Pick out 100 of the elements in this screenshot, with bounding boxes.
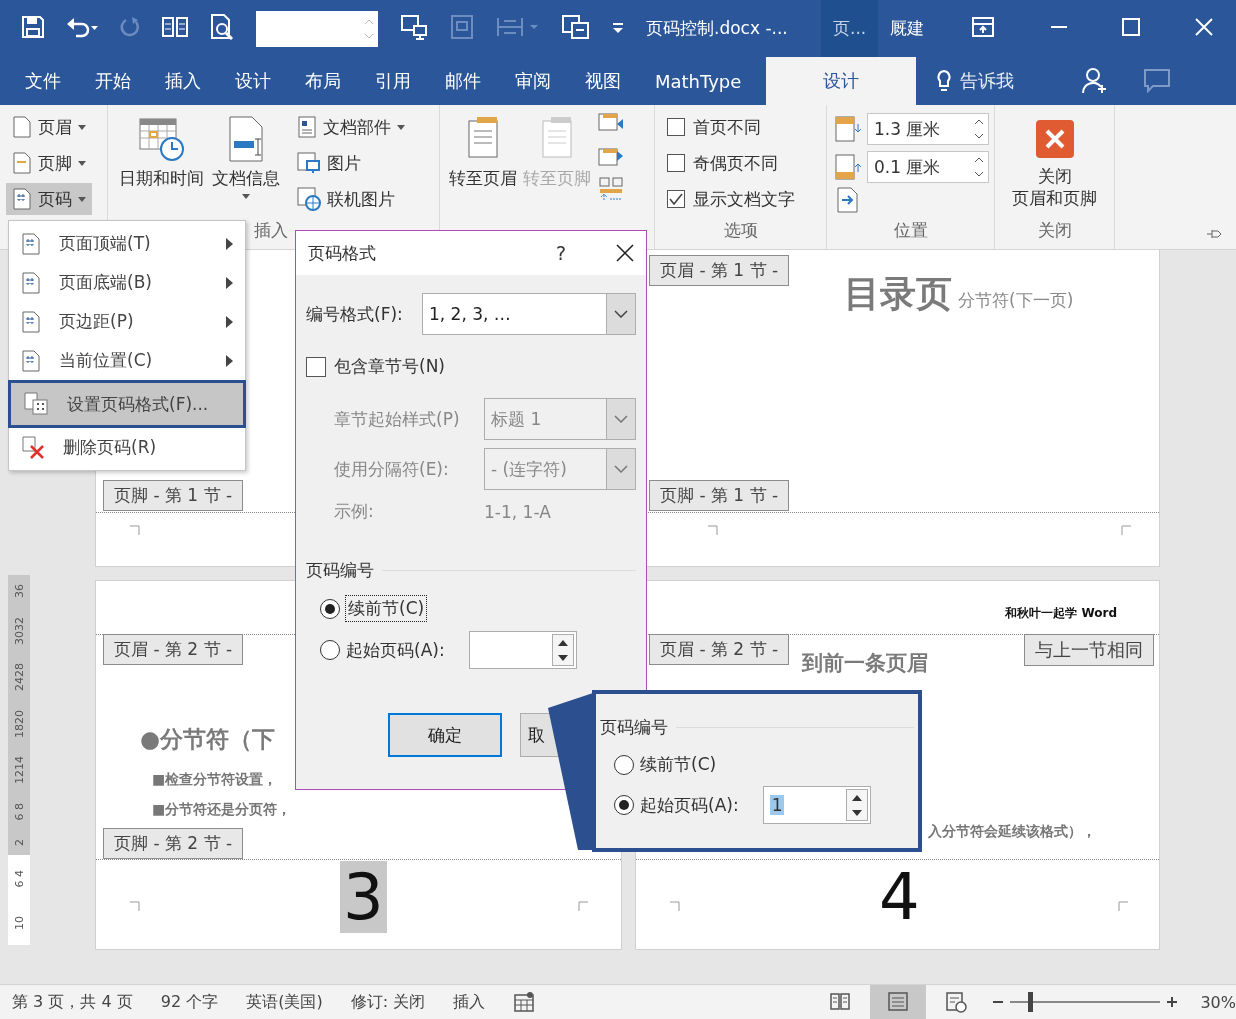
- language-status[interactable]: 英语(美国): [246, 991, 323, 1013]
- date-time-button[interactable]: 日期和时间: [116, 111, 207, 194]
- page-number-format-icon: [23, 392, 49, 416]
- spin-field[interactable]: 0.1 厘米: [867, 151, 989, 183]
- screen-icon[interactable]: [400, 13, 428, 40]
- ribbon-display-icon[interactable]: [972, 16, 995, 37]
- group-label: 插入: [254, 219, 288, 242]
- page-icon: [12, 116, 32, 138]
- footer-label: 页脚 - 第 1 节 -: [649, 480, 790, 511]
- print-layout-icon: [887, 991, 910, 1013]
- radio-button[interactable]: [320, 598, 340, 619]
- window-switch-icon[interactable]: [562, 13, 590, 40]
- save-icon[interactable]: [22, 15, 44, 38]
- tell-me-button[interactable]: 告诉我: [930, 57, 1021, 105]
- alignment-tab-icon[interactable]: [835, 187, 859, 213]
- view-button[interactable]: [870, 984, 927, 1019]
- footer-label: 页脚 - 第 2 节 -: [103, 828, 244, 859]
- radio-label[interactable]: 起始页码(A):: [346, 638, 445, 662]
- ribbon-button[interactable]: 联机图片: [291, 183, 411, 215]
- document-info-icon: [226, 115, 266, 163]
- close-header-footer-button[interactable]: 关闭 页眉和页脚: [1009, 111, 1100, 213]
- user-name[interactable]: 厩建: [890, 17, 953, 40]
- number-format-dropdown[interactable]: 1, 2, 3, …: [422, 293, 636, 335]
- columns-icon[interactable]: [162, 15, 188, 38]
- menu-item[interactable]: 当前位置(C): [9, 341, 245, 380]
- macro-icon[interactable]: [513, 991, 536, 1013]
- word-count[interactable]: 92 个字: [160, 991, 219, 1013]
- checkbox[interactable]: [667, 154, 685, 172]
- ribbon-tab[interactable]: 文件: [8, 57, 78, 105]
- spin-down-icon[interactable]: [851, 809, 862, 816]
- ribbon-button[interactable]: 页眉: [6, 111, 92, 143]
- font-size-field[interactable]: [256, 10, 378, 47]
- pin-icon[interactable]: [1206, 229, 1222, 239]
- ribbon-button[interactable]: 文档部件: [291, 111, 411, 143]
- radio-button[interactable]: [614, 754, 634, 775]
- comment-icon[interactable]: [1144, 69, 1171, 93]
- checkbox[interactable]: [667, 190, 685, 208]
- close-icon[interactable]: [616, 244, 634, 262]
- crop-mark-icon: [130, 901, 140, 911]
- ribbon-tab[interactable]: MathType: [638, 57, 759, 105]
- undo-icon[interactable]: [66, 15, 98, 38]
- close-icon: [1034, 119, 1075, 159]
- ribbon-tab[interactable]: 视图: [568, 57, 638, 105]
- ribbon-tab[interactable]: 引用: [358, 57, 428, 105]
- ruler-number: 2428: [12, 663, 26, 692]
- number-field[interactable]: [468, 631, 577, 669]
- radio-label[interactable]: 续前节(C): [346, 596, 427, 621]
- ribbon-tab[interactable]: 插入: [148, 57, 218, 105]
- ribbon-button[interactable]: 页脚: [6, 147, 92, 179]
- menu-item[interactable]: 页边距(P): [9, 302, 245, 341]
- ribbon-button[interactable]: 图片: [291, 147, 411, 179]
- ribbon-tab[interactable]: 审阅: [498, 57, 568, 105]
- help-button[interactable]: ?: [555, 242, 566, 264]
- radio-button[interactable]: [320, 640, 340, 660]
- crop-mark-icon: [670, 901, 680, 911]
- zoom-level[interactable]: 30%: [1200, 992, 1236, 1012]
- zoom-in-icon[interactable]: [1166, 996, 1179, 1008]
- footer-link-icon[interactable]: [598, 145, 624, 167]
- menu-item[interactable]: 页面底端(B): [9, 263, 245, 302]
- ribbon-tab[interactable]: 开始: [78, 57, 148, 105]
- ribbon-button[interactable]: 转至页眉: [446, 111, 520, 194]
- account-icon[interactable]: [1082, 67, 1109, 95]
- web-layout-icon: [945, 991, 968, 1013]
- radio-button[interactable]: [614, 795, 634, 815]
- checkbox-label[interactable]: 首页不同: [693, 115, 761, 139]
- checkbox[interactable]: [667, 118, 685, 136]
- ribbon-tab[interactable]: 设计: [766, 57, 917, 105]
- body-text: ■检查分节符设置，: [152, 771, 278, 789]
- ribbon-tab[interactable]: 设计: [218, 57, 288, 105]
- maximize-icon[interactable]: [1122, 17, 1141, 36]
- document-info-button[interactable]: 文档信息: [209, 111, 283, 203]
- checkbox-label[interactable]: 显示文档文字: [693, 187, 795, 211]
- spin-field[interactable]: 1.3 厘米: [867, 113, 989, 145]
- spin-down-icon[interactable]: [557, 654, 568, 661]
- ribbon-tab[interactable]: 邮件: [428, 57, 498, 105]
- page-number: 3: [340, 861, 387, 933]
- page-count[interactable]: 第 3 页，共 4 页: [12, 991, 133, 1013]
- menu-item[interactable]: 删除页码(R): [9, 428, 245, 467]
- radio-label[interactable]: 续前节(C): [640, 753, 717, 776]
- ok-button[interactable]: 确定: [388, 713, 502, 757]
- ribbon-button[interactable]: 页码: [6, 183, 92, 215]
- field-label: 示例:: [334, 500, 375, 523]
- ribbon-tab[interactable]: 布局: [288, 57, 358, 105]
- dialog-title: 页码格式: [308, 241, 377, 265]
- number-field[interactable]: 1: [762, 786, 871, 824]
- track-changes-status[interactable]: 修订: 关闭: [350, 991, 426, 1013]
- print-preview-icon[interactable]: [210, 13, 234, 40]
- checkbox-label[interactable]: 包含章节号(N): [334, 355, 445, 378]
- insert-mode-status[interactable]: 插入: [453, 991, 486, 1013]
- group-title: 页码编号: [600, 716, 668, 739]
- radio-label[interactable]: 起始页码(A):: [640, 793, 739, 817]
- checkbox-label[interactable]: 奇偶页不同: [693, 151, 778, 175]
- spin-up-icon[interactable]: [557, 639, 568, 646]
- menu-item[interactable]: 页面顶端(T): [9, 224, 245, 263]
- spin-up-icon[interactable]: [851, 794, 862, 801]
- customize-icon[interactable]: [612, 22, 624, 34]
- ruler-number: 3032: [12, 616, 26, 645]
- body-heading: ●分节符（下: [140, 725, 276, 754]
- menu-item[interactable]: 设置页码格式(F)...: [8, 380, 246, 428]
- checkbox[interactable]: [306, 356, 326, 377]
